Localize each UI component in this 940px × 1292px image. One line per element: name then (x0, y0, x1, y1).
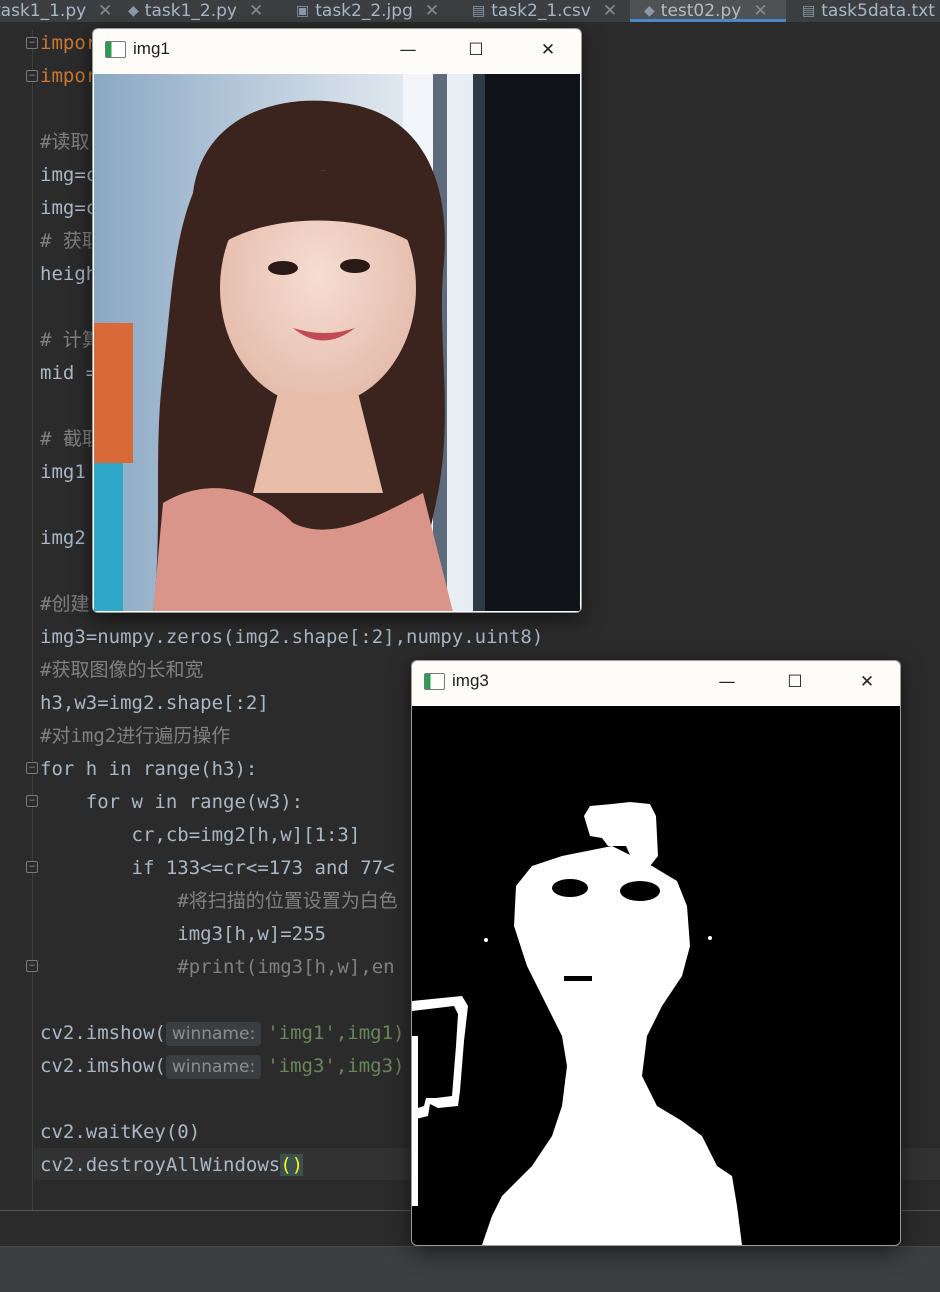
code-line[interactable]: impor (40, 64, 97, 88)
status-bar (0, 1246, 940, 1292)
code-line[interactable]: mid = (40, 361, 97, 385)
opencv-window-icon (105, 41, 126, 58)
fold-marker-icon[interactable]: − (26, 795, 38, 807)
text-file-icon: ▤ (472, 3, 486, 19)
close-icon[interactable]: ✕ (753, 3, 767, 20)
matched-bracket: () (280, 1154, 304, 1176)
img1-window[interactable]: img1 — ☐ ✕ (92, 28, 582, 613)
close-button[interactable]: ✕ (525, 35, 571, 65)
window-title-bar[interactable]: img3 — ☐ ✕ (412, 661, 900, 705)
close-icon[interactable]: ✕ (425, 3, 439, 20)
window-title: img3 (452, 671, 489, 690)
python-file-icon: ◆ (644, 3, 655, 19)
code-line[interactable]: cv2.imshow(winname:'img3',img3) (40, 1054, 404, 1079)
tab-task2-2[interactable]: ▣ task2_2.jpg ✕ (296, 0, 439, 22)
editor-tab-bar: task1_1.py ✕ ◆ task1_2.py ✕ ▣ task2_2.jp… (0, 0, 940, 22)
tab-label: task2_2.jpg (315, 1, 413, 21)
code-line[interactable]: cv2.destroyAllWindows() (40, 1153, 304, 1177)
code-token: 'img3',img3) (267, 1055, 405, 1077)
tab-task5data[interactable]: ▤ task5data.txt (802, 0, 935, 22)
tab-task2-1[interactable]: ▤ task2_1.csv ✕ (472, 0, 617, 22)
image-canvas[interactable] (412, 706, 900, 1245)
code-line[interactable]: cv2.imshow(winname:'img1',img1) (40, 1021, 404, 1046)
code-line[interactable]: img1 (40, 460, 86, 484)
image-file-icon: ▣ (296, 3, 310, 19)
python-file-icon: ◆ (128, 3, 139, 19)
fold-marker-icon[interactable]: − (26, 861, 38, 873)
fold-marker-icon[interactable]: − (26, 37, 38, 49)
code-line[interactable]: for h in range(h3): (40, 757, 257, 781)
tab-label: task2_1.csv (491, 1, 591, 21)
fold-marker-icon[interactable]: − (26, 960, 38, 972)
close-icon[interactable]: ✕ (603, 3, 617, 20)
code-line[interactable]: #获取图像的长和宽 (40, 658, 203, 682)
close-icon[interactable]: ✕ (249, 3, 263, 20)
fold-marker-icon[interactable]: − (26, 70, 38, 82)
parameter-hint: winname: (165, 1055, 262, 1079)
parameter-hint: winname: (165, 1022, 262, 1046)
skin-mask-image (412, 706, 900, 1245)
close-icon[interactable]: ✕ (98, 3, 112, 20)
tab-test02[interactable]: ◆ test02.py ✕ (630, 0, 786, 22)
text-file-icon: ▤ (802, 3, 816, 19)
code-line[interactable]: img3=numpy.zeros(img2.shape[:2],numpy.ui… (40, 625, 543, 649)
tab-task1-2[interactable]: ◆ task1_2.py ✕ (128, 0, 263, 22)
tab-label: task5data.txt (821, 1, 935, 21)
code-line[interactable]: #将扫描的位置设置为白色 (40, 889, 397, 913)
code-line[interactable]: cr,cb=img2[h,w][1:3] (40, 823, 361, 847)
code-line[interactable]: img=c (40, 163, 97, 187)
code-token: cv2.destroyAllWindows (40, 1154, 281, 1176)
code-line[interactable]: #创建 (40, 592, 89, 616)
maximize-button[interactable]: ☐ (453, 35, 499, 65)
code-line[interactable]: img3[h,w]=255 (40, 922, 326, 946)
close-button[interactable]: ✕ (844, 667, 890, 697)
code-line[interactable]: heigh (40, 262, 97, 286)
code-token: 'img1',img1) (267, 1022, 405, 1044)
portrait-photo (93, 72, 581, 612)
code-line[interactable]: if 133<=cr<=173 and 77< (40, 856, 395, 880)
code-line[interactable]: for w in range(w3): (40, 790, 303, 814)
img3-window[interactable]: img3 — ☐ ✕ (411, 660, 901, 1246)
code-line[interactable]: impor (40, 31, 97, 55)
code-token: cv2.imshow( (40, 1055, 166, 1077)
code-line[interactable]: #读取 (40, 130, 89, 154)
minimize-button[interactable]: — (704, 667, 750, 697)
opencv-window-icon (424, 673, 445, 690)
window-title: img1 (133, 39, 170, 58)
maximize-button[interactable]: ☐ (772, 667, 818, 697)
tab-label: test02.py (660, 1, 742, 21)
minimize-button[interactable]: — (385, 35, 431, 65)
code-line[interactable]: cv2.waitKey(0) (40, 1120, 200, 1144)
code-token: cv2.imshow( (40, 1022, 166, 1044)
tab-label: task1_1.py (0, 1, 87, 21)
fold-marker-icon[interactable]: − (26, 762, 38, 774)
code-line[interactable]: #print(img3[h,w],en (40, 955, 394, 979)
tab-label: task1_2.py (144, 1, 237, 21)
image-canvas[interactable] (93, 72, 581, 612)
window-title-bar[interactable]: img1 — ☐ ✕ (93, 29, 581, 73)
gutter (32, 30, 33, 1210)
code-line[interactable]: #对img2进行遍历操作 (40, 724, 230, 748)
code-line[interactable]: img2 (40, 526, 86, 550)
tab-task1-1[interactable]: task1_1.py ✕ (0, 0, 112, 22)
code-line[interactable]: img=c (40, 196, 97, 220)
code-line[interactable]: h3,w3=img2.shape[:2] (40, 691, 269, 715)
